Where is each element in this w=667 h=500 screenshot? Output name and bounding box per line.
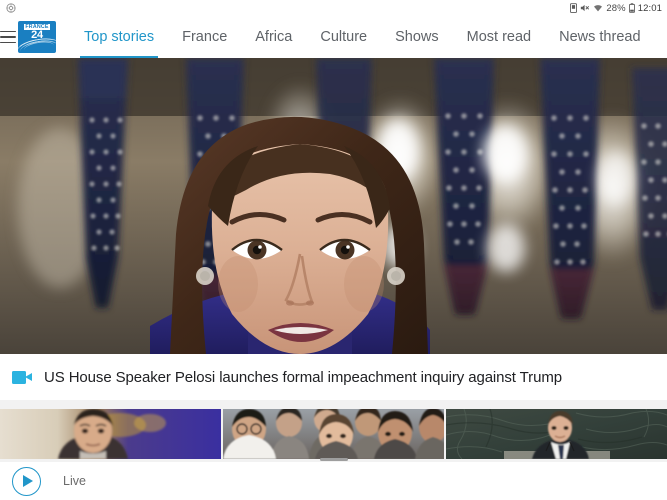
carousel-scroll-indicator[interactable]: [319, 458, 348, 461]
status-bar-right: 28% 12:01: [570, 3, 662, 14]
tab-africa[interactable]: Africa: [241, 16, 306, 58]
hero-bookmark-icon[interactable]: [631, 66, 657, 98]
nav-tabs: Top stories France Africa Culture Shows …: [70, 16, 655, 58]
live-player-bar: Live: [0, 462, 667, 500]
tab-label: Top stories: [84, 29, 155, 45]
tab-label: News thread: [559, 29, 641, 45]
tab-label: Africa: [255, 29, 293, 45]
play-icon[interactable]: [12, 466, 41, 496]
tab-news-thread[interactable]: News thread: [545, 16, 654, 58]
hero-illustration: [0, 58, 667, 354]
tab-label: Most read: [466, 29, 532, 45]
tab-top-stories[interactable]: Top stories: [70, 16, 168, 58]
hero-headline-bar[interactable]: US House Speaker Pelosi launches formal …: [0, 354, 667, 400]
battery-percent-label: 28%: [606, 2, 626, 14]
thumbnail-bookmark-icon[interactable]: [414, 414, 432, 437]
tab-label: Shows: [395, 29, 439, 45]
thumbnail-item-2[interactable]: [223, 409, 444, 459]
tab-france[interactable]: France: [168, 16, 241, 58]
sim-card-icon: [570, 3, 578, 13]
thumbnail-illustration: [446, 409, 667, 459]
mute-icon: [580, 3, 590, 13]
video-camera-icon: [12, 370, 32, 384]
wifi-icon: [593, 3, 603, 13]
thumbnail-bookmark-icon[interactable]: [191, 414, 209, 437]
app-root: 28% 12:01 FRANCE 24 Top stories France A…: [0, 0, 667, 500]
related-articles-strip[interactable]: [0, 400, 667, 460]
france24-logo[interactable]: FRANCE 24: [18, 21, 56, 53]
tab-most-read[interactable]: Most read: [453, 16, 545, 58]
tab-culture[interactable]: Culture: [306, 16, 381, 58]
hamburger-menu-icon[interactable]: [0, 16, 16, 58]
thumbnail-illustration: [223, 409, 444, 459]
battery-icon: [628, 3, 635, 13]
tab-label: Culture: [320, 29, 368, 45]
top-navigation-bar: FRANCE 24 Top stories France Africa Cult…: [0, 16, 667, 58]
tab-shows[interactable]: Shows: [381, 16, 453, 58]
clock-label: 12:01: [637, 2, 662, 14]
status-bar-left: [6, 3, 16, 13]
thumbnail-bookmark-icon[interactable]: [637, 414, 655, 437]
bookmarks-button[interactable]: 6: [655, 16, 667, 58]
notification-circle-icon: [6, 3, 16, 13]
thumbnail-illustration: [0, 409, 221, 459]
thumbnail-item-1[interactable]: [0, 409, 221, 459]
live-label: Live: [63, 474, 86, 488]
thumbnail-item-3[interactable]: [446, 409, 667, 459]
hero-article-image[interactable]: [0, 58, 667, 354]
hero-headline-text: US House Speaker Pelosi launches formal …: [44, 368, 562, 386]
status-bar: 28% 12:01: [0, 0, 667, 16]
tab-label: France: [182, 29, 228, 45]
